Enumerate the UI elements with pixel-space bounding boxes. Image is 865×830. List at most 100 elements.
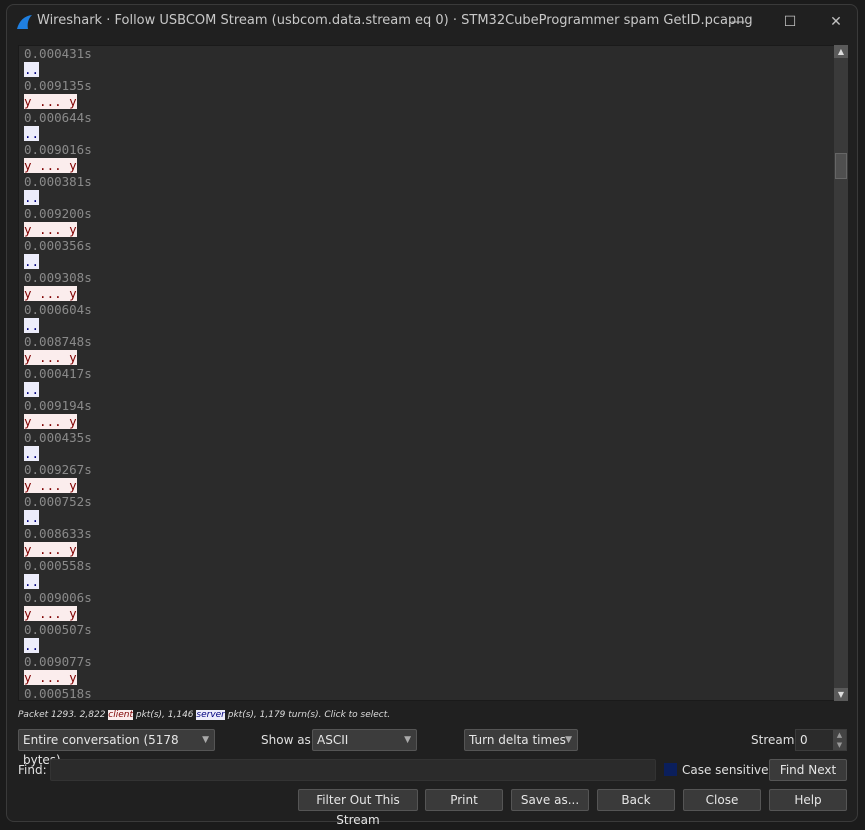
minimize-icon: — — [731, 14, 745, 30]
stream-label: Stream — [751, 733, 795, 747]
spin-arrows-icon[interactable]: ▲ ▼ — [833, 730, 846, 750]
line-text: .. — [24, 510, 40, 525]
print-button[interactable]: Print — [425, 789, 503, 811]
status-part: pkt(s), 1,179 turn(s). Click to select. — [224, 710, 391, 720]
scrollbar-thumb[interactable] — [835, 153, 847, 179]
line-text: .. — [24, 382, 40, 397]
server-data-line: .. — [19, 382, 834, 398]
chevron-down-icon: ▼ — [404, 735, 411, 745]
line-text: y ... y — [24, 542, 77, 557]
line-text: y ... y — [24, 158, 77, 173]
line-text: 0.009135s — [24, 78, 92, 93]
filter-out-stream-button[interactable]: Filter Out This Stream — [298, 789, 418, 827]
close-window-button[interactable]: ✕ — [816, 11, 856, 33]
time-mode-select[interactable]: Turn delta times ▼ — [464, 729, 578, 751]
stream-delta-time: 0.009308s — [19, 270, 834, 286]
find-label: Find: — [18, 763, 47, 777]
stream-delta-time: 0.008633s — [19, 526, 834, 542]
client-data-line: y ... y — [19, 158, 834, 174]
line-text: 0.000604s — [24, 302, 92, 317]
stream-delta-time: 0.009200s — [19, 206, 834, 222]
server-data-line: .. — [19, 638, 834, 654]
line-text: y ... y — [24, 478, 77, 493]
line-text: 0.009077s — [24, 654, 92, 669]
server-data-line: .. — [19, 318, 834, 334]
follow-stream-window: Wireshark · Follow USBCOM Stream (usbcom… — [6, 4, 858, 827]
case-sensitive-label[interactable]: Case sensitive — [682, 763, 769, 777]
scroll-up-arrow-icon[interactable]: ▲ — [834, 45, 848, 58]
vertical-scrollbar[interactable]: ▲ ▼ — [834, 45, 848, 701]
stream-delta-time: 0.000417s — [19, 366, 834, 382]
close-icon: ✕ — [830, 14, 842, 30]
client-data-line: y ... y — [19, 94, 834, 110]
line-text: y ... y — [24, 222, 77, 237]
line-text: .. — [24, 638, 40, 653]
stream-delta-time: 0.009077s — [19, 654, 834, 670]
show-as-select[interactable]: ASCII ▼ — [312, 729, 417, 751]
stream-delta-time: 0.000381s — [19, 174, 834, 190]
maximize-icon: ☐ — [783, 14, 797, 30]
line-text: 0.000356s — [24, 238, 92, 253]
client-data-line: y ... y — [19, 414, 834, 430]
server-data-line: .. — [19, 254, 834, 270]
time-mode-value: Turn delta times — [469, 733, 566, 747]
stream-value: 0 — [800, 733, 808, 747]
case-sensitive-checkbox[interactable] — [664, 763, 677, 776]
line-text: .. — [24, 62, 40, 77]
line-text: y ... y — [24, 414, 77, 429]
stream-text-area[interactable]: 0.000431s.. 0.009135s y ... y 0.000644s.. 0.… — [18, 45, 835, 701]
server-data-line: .. — [19, 126, 834, 142]
help-button[interactable]: Help — [769, 789, 847, 811]
stream-number-spinbox[interactable]: 0 ▲ ▼ — [795, 729, 847, 751]
stream-delta-time: 0.008748s — [19, 334, 834, 350]
line-text: .. — [24, 190, 40, 205]
line-text: y ... y — [24, 350, 77, 365]
stream-delta-time: 0.000644s — [19, 110, 834, 126]
stream-delta-time: 0.000752s — [19, 494, 834, 510]
stream-delta-time: 0.009194s — [19, 398, 834, 414]
find-next-button[interactable]: Find Next — [769, 759, 847, 781]
line-text: .. — [24, 254, 40, 269]
stream-delta-time: 0.009006s — [19, 590, 834, 606]
client-data-line: y ... y — [19, 478, 834, 494]
find-input[interactable] — [50, 759, 656, 781]
client-data-line: y ... y — [19, 222, 834, 238]
line-text: 0.009016s — [24, 142, 92, 157]
line-text: 0.000644s — [24, 110, 92, 125]
conversation-select[interactable]: Entire conversation (5178 bytes) ▼ — [18, 729, 215, 767]
back-button[interactable]: Back — [597, 789, 675, 811]
client-data-line: y ... y — [19, 542, 834, 558]
line-text: 0.009200s — [24, 206, 92, 221]
scroll-down-arrow-icon[interactable]: ▼ — [834, 688, 848, 701]
window-title: Wireshark · Follow USBCOM Stream (usbcom… — [37, 13, 753, 28]
stream-delta-time: 0.000558s — [19, 558, 834, 574]
server-data-line: .. — [19, 446, 834, 462]
server-data-line: .. — [19, 62, 834, 78]
line-text: 0.000518s — [24, 686, 92, 701]
maximize-button[interactable]: ☐ — [770, 11, 810, 33]
server-data-line: .. — [19, 190, 834, 206]
stream-delta-time: 0.009267s — [19, 462, 834, 478]
show-as-label: Show as — [261, 733, 311, 747]
line-text: y ... y — [24, 94, 77, 109]
line-text: .. — [24, 126, 40, 141]
stream-status-text[interactable]: Packet 1293. 2,822 client pkt(s), 1,146 … — [18, 710, 390, 720]
client-data-line: y ... y — [19, 606, 834, 622]
stream-delta-time: 0.000518s — [19, 686, 834, 701]
line-text: .. — [24, 446, 40, 461]
close-button[interactable]: Close — [683, 789, 761, 811]
show-as-value: ASCII — [317, 733, 349, 747]
line-text: 0.000558s — [24, 558, 92, 573]
status-part: Packet 1293. 2,822 — [18, 710, 109, 720]
line-text: 0.008748s — [24, 334, 92, 349]
minimize-button[interactable]: — — [718, 11, 758, 33]
line-text: 0.000417s — [24, 366, 92, 381]
line-text: 0.000431s — [24, 46, 92, 61]
server-data-line: .. — [19, 510, 834, 526]
title-bar[interactable]: Wireshark · Follow USBCOM Stream (usbcom… — [7, 5, 857, 41]
client-data-line: y ... y — [19, 350, 834, 366]
chevron-down-icon: ▼ — [565, 735, 572, 745]
save-as-button[interactable]: Save as... — [511, 789, 589, 811]
line-text: y ... y — [24, 606, 77, 621]
client-label: client — [108, 710, 134, 720]
